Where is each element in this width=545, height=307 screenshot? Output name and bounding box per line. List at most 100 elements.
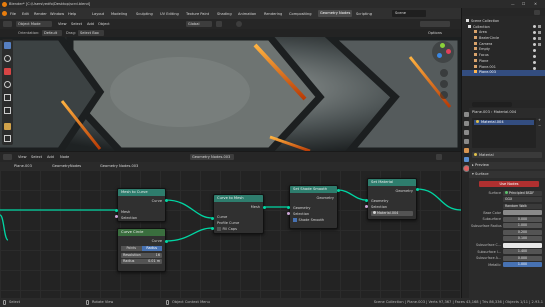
tab-animation[interactable]: Animation bbox=[238, 12, 256, 17]
object-tab-icon[interactable] bbox=[463, 148, 469, 153]
eye-icon[interactable] bbox=[533, 49, 536, 52]
mode-radius[interactable]: Radius bbox=[141, 246, 162, 251]
menu-object[interactable]: Object bbox=[98, 22, 110, 27]
render-tab-icon[interactable] bbox=[463, 121, 469, 126]
node-curve-circle[interactable]: Curve Circle Curve Points Radius Resolut… bbox=[117, 228, 166, 272]
output-tab-icon[interactable] bbox=[463, 130, 469, 135]
metallic-row[interactable]: Metallic 1.000 bbox=[469, 262, 545, 269]
properties-search-icon[interactable] bbox=[472, 101, 512, 107]
transform-tool-icon[interactable] bbox=[4, 107, 11, 114]
node-menu-view[interactable]: View bbox=[18, 155, 27, 160]
cursor-tool-icon[interactable] bbox=[4, 55, 11, 62]
node-editor-canvas[interactable]: Mesh to Curve Curve Mesh Selection Curve… bbox=[0, 170, 461, 298]
tab-layout[interactable]: Layout bbox=[92, 12, 104, 17]
node-tree-selector[interactable]: Geometry Nodes.003 bbox=[190, 154, 234, 160]
proportional-edit-icon[interactable] bbox=[236, 21, 242, 27]
socket-in-selection[interactable] bbox=[287, 212, 290, 215]
scene-tab-icon[interactable] bbox=[463, 139, 469, 144]
menu-help[interactable]: Help bbox=[68, 12, 76, 17]
tab-rendering[interactable]: Rendering bbox=[264, 12, 282, 17]
menu-window[interactable]: Window bbox=[50, 12, 64, 17]
node-editor-type-icon[interactable] bbox=[3, 154, 12, 160]
eye-icon[interactable] bbox=[533, 67, 536, 70]
camera-view-icon[interactable] bbox=[440, 91, 448, 99]
use-nodes-button[interactable]: Use Nodes bbox=[479, 181, 539, 187]
scene-selector[interactable]: Scene bbox=[392, 10, 426, 17]
subsurface-method-value[interactable]: Random Walk bbox=[503, 203, 542, 209]
options-menu[interactable]: Options bbox=[428, 31, 442, 36]
orientation-value[interactable]: Default bbox=[42, 30, 62, 36]
mode-selector[interactable]: Object Mode bbox=[16, 21, 52, 27]
tab-shading[interactable]: Shading bbox=[217, 12, 232, 17]
menu-select[interactable]: Select bbox=[71, 22, 82, 27]
node-set-material[interactable]: Set Material Geometry Geometry Selection… bbox=[367, 178, 417, 220]
material-datablock[interactable]: Material bbox=[472, 152, 542, 158]
eye-icon[interactable] bbox=[533, 55, 536, 58]
subsurface-ior-value[interactable]: 1.400 bbox=[503, 249, 542, 255]
viewport-shading-icon[interactable] bbox=[420, 21, 450, 27]
tab-sculpting[interactable]: Sculpting bbox=[136, 12, 153, 17]
material-tab-icon[interactable] bbox=[463, 166, 469, 171]
navigation-gizmo[interactable] bbox=[432, 41, 454, 63]
node-header[interactable]: Curve to Mesh bbox=[214, 195, 263, 202]
tab-texture-paint[interactable]: Texture Paint bbox=[186, 12, 209, 17]
measure-tool-icon[interactable] bbox=[4, 135, 11, 142]
node-menu-add[interactable]: Add bbox=[47, 155, 54, 160]
zoom-icon[interactable] bbox=[440, 69, 448, 77]
menu-render[interactable]: Render bbox=[34, 12, 47, 17]
preview-panel-header[interactable]: ▸ Preview bbox=[469, 162, 545, 169]
mode-points[interactable]: Points bbox=[121, 246, 142, 251]
pan-icon[interactable] bbox=[440, 80, 448, 88]
pin-icon[interactable] bbox=[436, 154, 442, 160]
blender-menu-icon[interactable] bbox=[2, 11, 7, 16]
socket-out-geometry[interactable] bbox=[416, 188, 419, 191]
eye-icon[interactable] bbox=[533, 37, 536, 40]
snap-icon[interactable] bbox=[216, 21, 222, 27]
subsurface-color-swatch[interactable] bbox=[503, 242, 542, 248]
outliner-filter-icon[interactable] bbox=[534, 9, 540, 15]
socket-in-selection[interactable] bbox=[365, 205, 368, 208]
material-slot[interactable]: Material.004 bbox=[474, 120, 534, 125]
remove-slot-button[interactable]: − bbox=[538, 124, 541, 129]
socket-in-profile-curve[interactable] bbox=[211, 227, 214, 230]
node-menu-node[interactable]: Node bbox=[60, 155, 69, 160]
camera-toggle-icon[interactable] bbox=[538, 31, 541, 34]
tab-modeling[interactable]: Modeling bbox=[111, 12, 127, 17]
radius-field[interactable]: Radius 0.01 m bbox=[121, 259, 162, 264]
socket-in-mesh[interactable] bbox=[115, 209, 118, 212]
tab-scripting[interactable]: Scripting bbox=[356, 12, 372, 17]
material-field[interactable]: Material.004 bbox=[371, 211, 413, 216]
menu-add[interactable]: Add bbox=[87, 22, 94, 27]
menu-file[interactable]: File bbox=[10, 12, 16, 17]
eye-icon[interactable] bbox=[533, 43, 536, 46]
surface-shader-value[interactable]: Principled BSDF bbox=[503, 190, 542, 196]
node-header[interactable]: Mesh to Curve bbox=[118, 189, 165, 196]
node-mesh-to-curve[interactable]: Mesh to Curve Curve Mesh Selection bbox=[117, 188, 166, 222]
camera-toggle-icon[interactable] bbox=[538, 25, 541, 28]
socket-out-curve[interactable] bbox=[165, 240, 168, 243]
menu-view[interactable]: View bbox=[58, 22, 67, 27]
checkbox-icon[interactable] bbox=[217, 227, 221, 231]
rotate-tool-icon[interactable] bbox=[4, 81, 11, 88]
checkbox-checked-icon[interactable] bbox=[293, 218, 297, 222]
node-set-shade-smooth[interactable]: Set Shade Smooth Geometry Geometry Selec… bbox=[289, 185, 338, 229]
socket-out-geometry[interactable] bbox=[337, 189, 340, 192]
socket-in-geometry[interactable] bbox=[287, 206, 290, 209]
base-color-swatch[interactable] bbox=[503, 210, 542, 216]
socket-in-curve[interactable] bbox=[211, 217, 214, 220]
eye-icon[interactable] bbox=[533, 31, 536, 34]
subsurface-radius-z[interactable]: 0.100 bbox=[503, 236, 542, 242]
tab-geometry-nodes[interactable]: Geometry Nodes bbox=[318, 10, 353, 17]
tab-uv-editing[interactable]: UV Editing bbox=[160, 12, 179, 17]
minimize-button[interactable]: — bbox=[511, 2, 515, 7]
subsurface-radius-x[interactable]: 1.000 bbox=[503, 223, 542, 229]
drag-value[interactable]: Select Box bbox=[78, 30, 104, 36]
editor-type-icon[interactable] bbox=[3, 21, 12, 27]
subsurface-anisotropy-value[interactable]: 0.000 bbox=[503, 255, 542, 261]
camera-toggle-icon[interactable] bbox=[538, 43, 541, 46]
tool-tab-icon[interactable] bbox=[463, 112, 469, 117]
gizmo-y-icon[interactable] bbox=[440, 43, 445, 48]
menu-edit[interactable]: Edit bbox=[22, 12, 29, 17]
close-button[interactable]: ✕ bbox=[534, 2, 537, 7]
socket-out-curve[interactable] bbox=[165, 199, 168, 202]
